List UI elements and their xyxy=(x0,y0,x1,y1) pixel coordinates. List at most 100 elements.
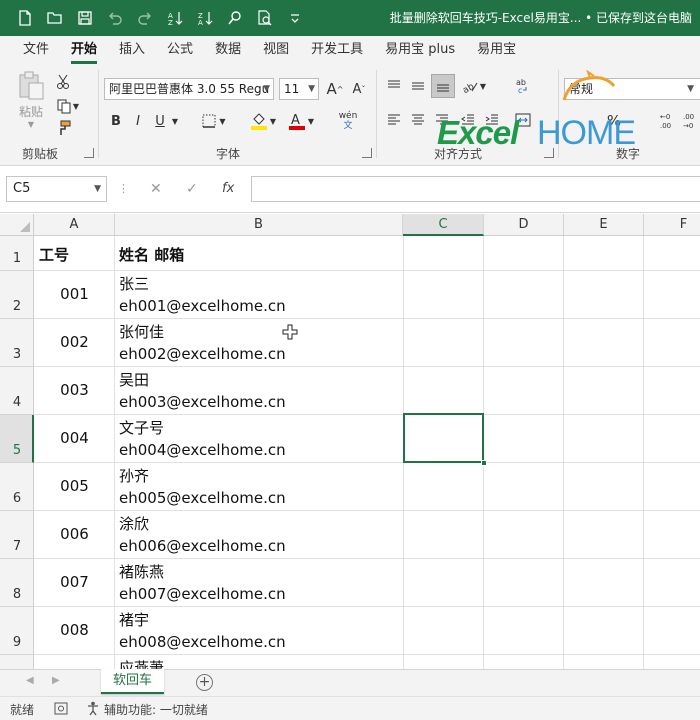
inspect-icon[interactable] xyxy=(254,7,276,29)
cell-a4[interactable]: 003 xyxy=(34,381,115,399)
accessibility-icon[interactable] xyxy=(86,701,100,716)
cell-b9-line1[interactable]: 褚宇 xyxy=(119,609,149,630)
name-box[interactable]: C5 ▼ xyxy=(6,176,107,202)
align-center-icon[interactable] xyxy=(408,110,428,130)
italic-button[interactable]: I xyxy=(129,110,147,132)
row-header-3[interactable]: 3 xyxy=(0,319,34,367)
enter-icon[interactable]: ✓ xyxy=(186,176,198,202)
find-icon[interactable] xyxy=(224,7,246,29)
cell-b7-line2[interactable]: eh006@excelhome.cn xyxy=(119,537,286,555)
cell-a7[interactable]: 006 xyxy=(34,525,115,543)
fill-color-icon[interactable]: ▼ xyxy=(246,108,280,134)
sheet-next-icon[interactable]: ▶ xyxy=(52,675,60,686)
row-header-5[interactable]: 5 xyxy=(0,415,34,463)
grow-font-button[interactable]: A ^ xyxy=(324,78,346,100)
shrink-font-button[interactable]: Aˇ xyxy=(348,78,370,100)
wrap-text-icon[interactable]: ab c xyxy=(512,74,534,98)
row-header-8[interactable]: 8 xyxy=(0,559,34,607)
column-header-d[interactable]: D xyxy=(484,214,564,236)
cell-a3[interactable]: 002 xyxy=(34,333,115,351)
macro-record-icon[interactable] xyxy=(54,702,68,715)
formula-input[interactable] xyxy=(251,176,700,202)
cell-a9[interactable]: 008 xyxy=(34,621,115,639)
cell-b3-line2[interactable]: eh002@excelhome.cn xyxy=(119,345,286,363)
select-all-button[interactable] xyxy=(0,214,34,236)
row-header-9[interactable]: 9 xyxy=(0,607,34,655)
cut-icon[interactable] xyxy=(52,72,74,92)
cell-a5[interactable]: 004 xyxy=(34,429,115,447)
align-middle-icon[interactable] xyxy=(408,76,428,96)
sheet-prev-icon[interactable]: ◀ xyxy=(26,675,34,686)
border-icon[interactable]: ▼ xyxy=(198,110,230,132)
clipboard-launcher-icon[interactable] xyxy=(84,148,94,158)
tab-insert[interactable]: 插入 xyxy=(108,36,156,64)
row-header-4[interactable]: 4 xyxy=(0,367,34,415)
increase-decimal-icon[interactable]: ←0.00 xyxy=(658,108,680,134)
font-color-icon[interactable]: A ▼ xyxy=(284,108,318,134)
cancel-icon[interactable]: ✕ xyxy=(150,176,162,202)
column-header-f[interactable]: F xyxy=(644,214,700,236)
format-painter-icon[interactable] xyxy=(52,118,74,138)
cell-b10-line1[interactable]: 应燕萧 xyxy=(119,657,164,669)
save-icon[interactable] xyxy=(74,7,96,29)
row-header-7[interactable]: 7 xyxy=(0,511,34,559)
cell-a8[interactable]: 007 xyxy=(34,573,115,591)
new-file-icon[interactable] xyxy=(14,7,36,29)
cell-b5-line2[interactable]: eh004@excelhome.cn xyxy=(119,441,286,459)
row-header-10[interactable]: 10 xyxy=(0,655,34,669)
font-name-dropdown[interactable]: 阿里巴巴普惠体 3.0 55 Regu ▼ xyxy=(104,78,274,100)
fill-handle[interactable] xyxy=(481,460,487,466)
more-options-icon[interactable]: ⋮ xyxy=(118,176,129,202)
redo-icon[interactable] xyxy=(134,7,156,29)
tab-view[interactable]: 视图 xyxy=(252,36,300,64)
underline-dropdown-icon[interactable]: ▼ xyxy=(170,110,180,132)
cell-b9-line2[interactable]: eh008@excelhome.cn xyxy=(119,633,286,651)
cell-b3-line1[interactable]: 张何佳 xyxy=(119,321,164,342)
align-top-icon[interactable] xyxy=(384,76,404,96)
tab-easyuse[interactable]: 易用宝 xyxy=(466,36,527,64)
phonetic-guide-icon[interactable]: wén 文 xyxy=(330,108,366,134)
cell-b7-line1[interactable]: 涂欣 xyxy=(119,513,149,534)
cell-b6-line1[interactable]: 孙齐 xyxy=(119,465,149,486)
cell-b5-line1[interactable]: 文子号 xyxy=(119,417,164,438)
cell-a6[interactable]: 005 xyxy=(34,477,115,495)
column-header-e[interactable]: E xyxy=(564,214,644,236)
cell-a2[interactable]: 001 xyxy=(34,285,115,303)
undo-icon[interactable] xyxy=(104,7,126,29)
font-launcher-icon[interactable] xyxy=(362,148,372,158)
column-header-c[interactable]: C xyxy=(403,214,484,236)
open-folder-icon[interactable] xyxy=(44,7,66,29)
sort-ascending-icon[interactable]: AZ xyxy=(164,7,186,29)
cell-b1[interactable]: 姓名 邮箱 xyxy=(119,244,184,265)
underline-button[interactable]: U xyxy=(151,110,169,132)
cell-b2-line2[interactable]: eh001@excelhome.cn xyxy=(119,297,286,315)
orientation-icon[interactable]: ab ▼ xyxy=(458,76,490,96)
row-header-6[interactable]: 6 xyxy=(0,463,34,511)
column-header-a[interactable]: A xyxy=(34,214,115,236)
active-cell-c5[interactable] xyxy=(403,413,484,463)
copy-icon[interactable]: ▼ xyxy=(52,96,84,116)
row-header-2[interactable]: 2 xyxy=(0,271,34,319)
cell-b8-line1[interactable]: 褚陈燕 xyxy=(119,561,164,582)
customize-qat-icon[interactable] xyxy=(284,7,306,29)
row-header-1[interactable]: 1 xyxy=(0,236,34,271)
tab-file[interactable]: 文件 xyxy=(12,36,60,64)
tab-formulas[interactable]: 公式 xyxy=(156,36,204,64)
decrease-decimal-icon[interactable]: .00 →0 xyxy=(682,108,700,134)
tab-easyuse-plus[interactable]: 易用宝 plus xyxy=(374,36,466,64)
align-left-icon[interactable] xyxy=(384,110,404,130)
tab-developer[interactable]: 开发工具 xyxy=(300,36,374,64)
cell-b4-line2[interactable]: eh003@excelhome.cn xyxy=(119,393,286,411)
add-sheet-button[interactable]: + xyxy=(196,674,213,691)
column-header-b[interactable]: B xyxy=(115,214,403,236)
cell-b2-line1[interactable]: 张三 xyxy=(119,273,149,294)
align-bottom-icon[interactable] xyxy=(431,74,455,98)
sheet-tab-active[interactable]: 软回车 xyxy=(101,669,164,694)
status-accessibility[interactable]: 辅助功能: 一切就绪 xyxy=(104,701,208,718)
sort-descending-icon[interactable]: ZA xyxy=(194,7,216,29)
tab-data[interactable]: 数据 xyxy=(204,36,252,64)
font-size-dropdown[interactable]: 11 ▼ xyxy=(279,78,319,100)
tab-home[interactable]: 开始 xyxy=(60,36,108,64)
cell-b4-line1[interactable]: 吴田 xyxy=(119,369,149,390)
cell-b6-line2[interactable]: eh005@excelhome.cn xyxy=(119,489,286,507)
